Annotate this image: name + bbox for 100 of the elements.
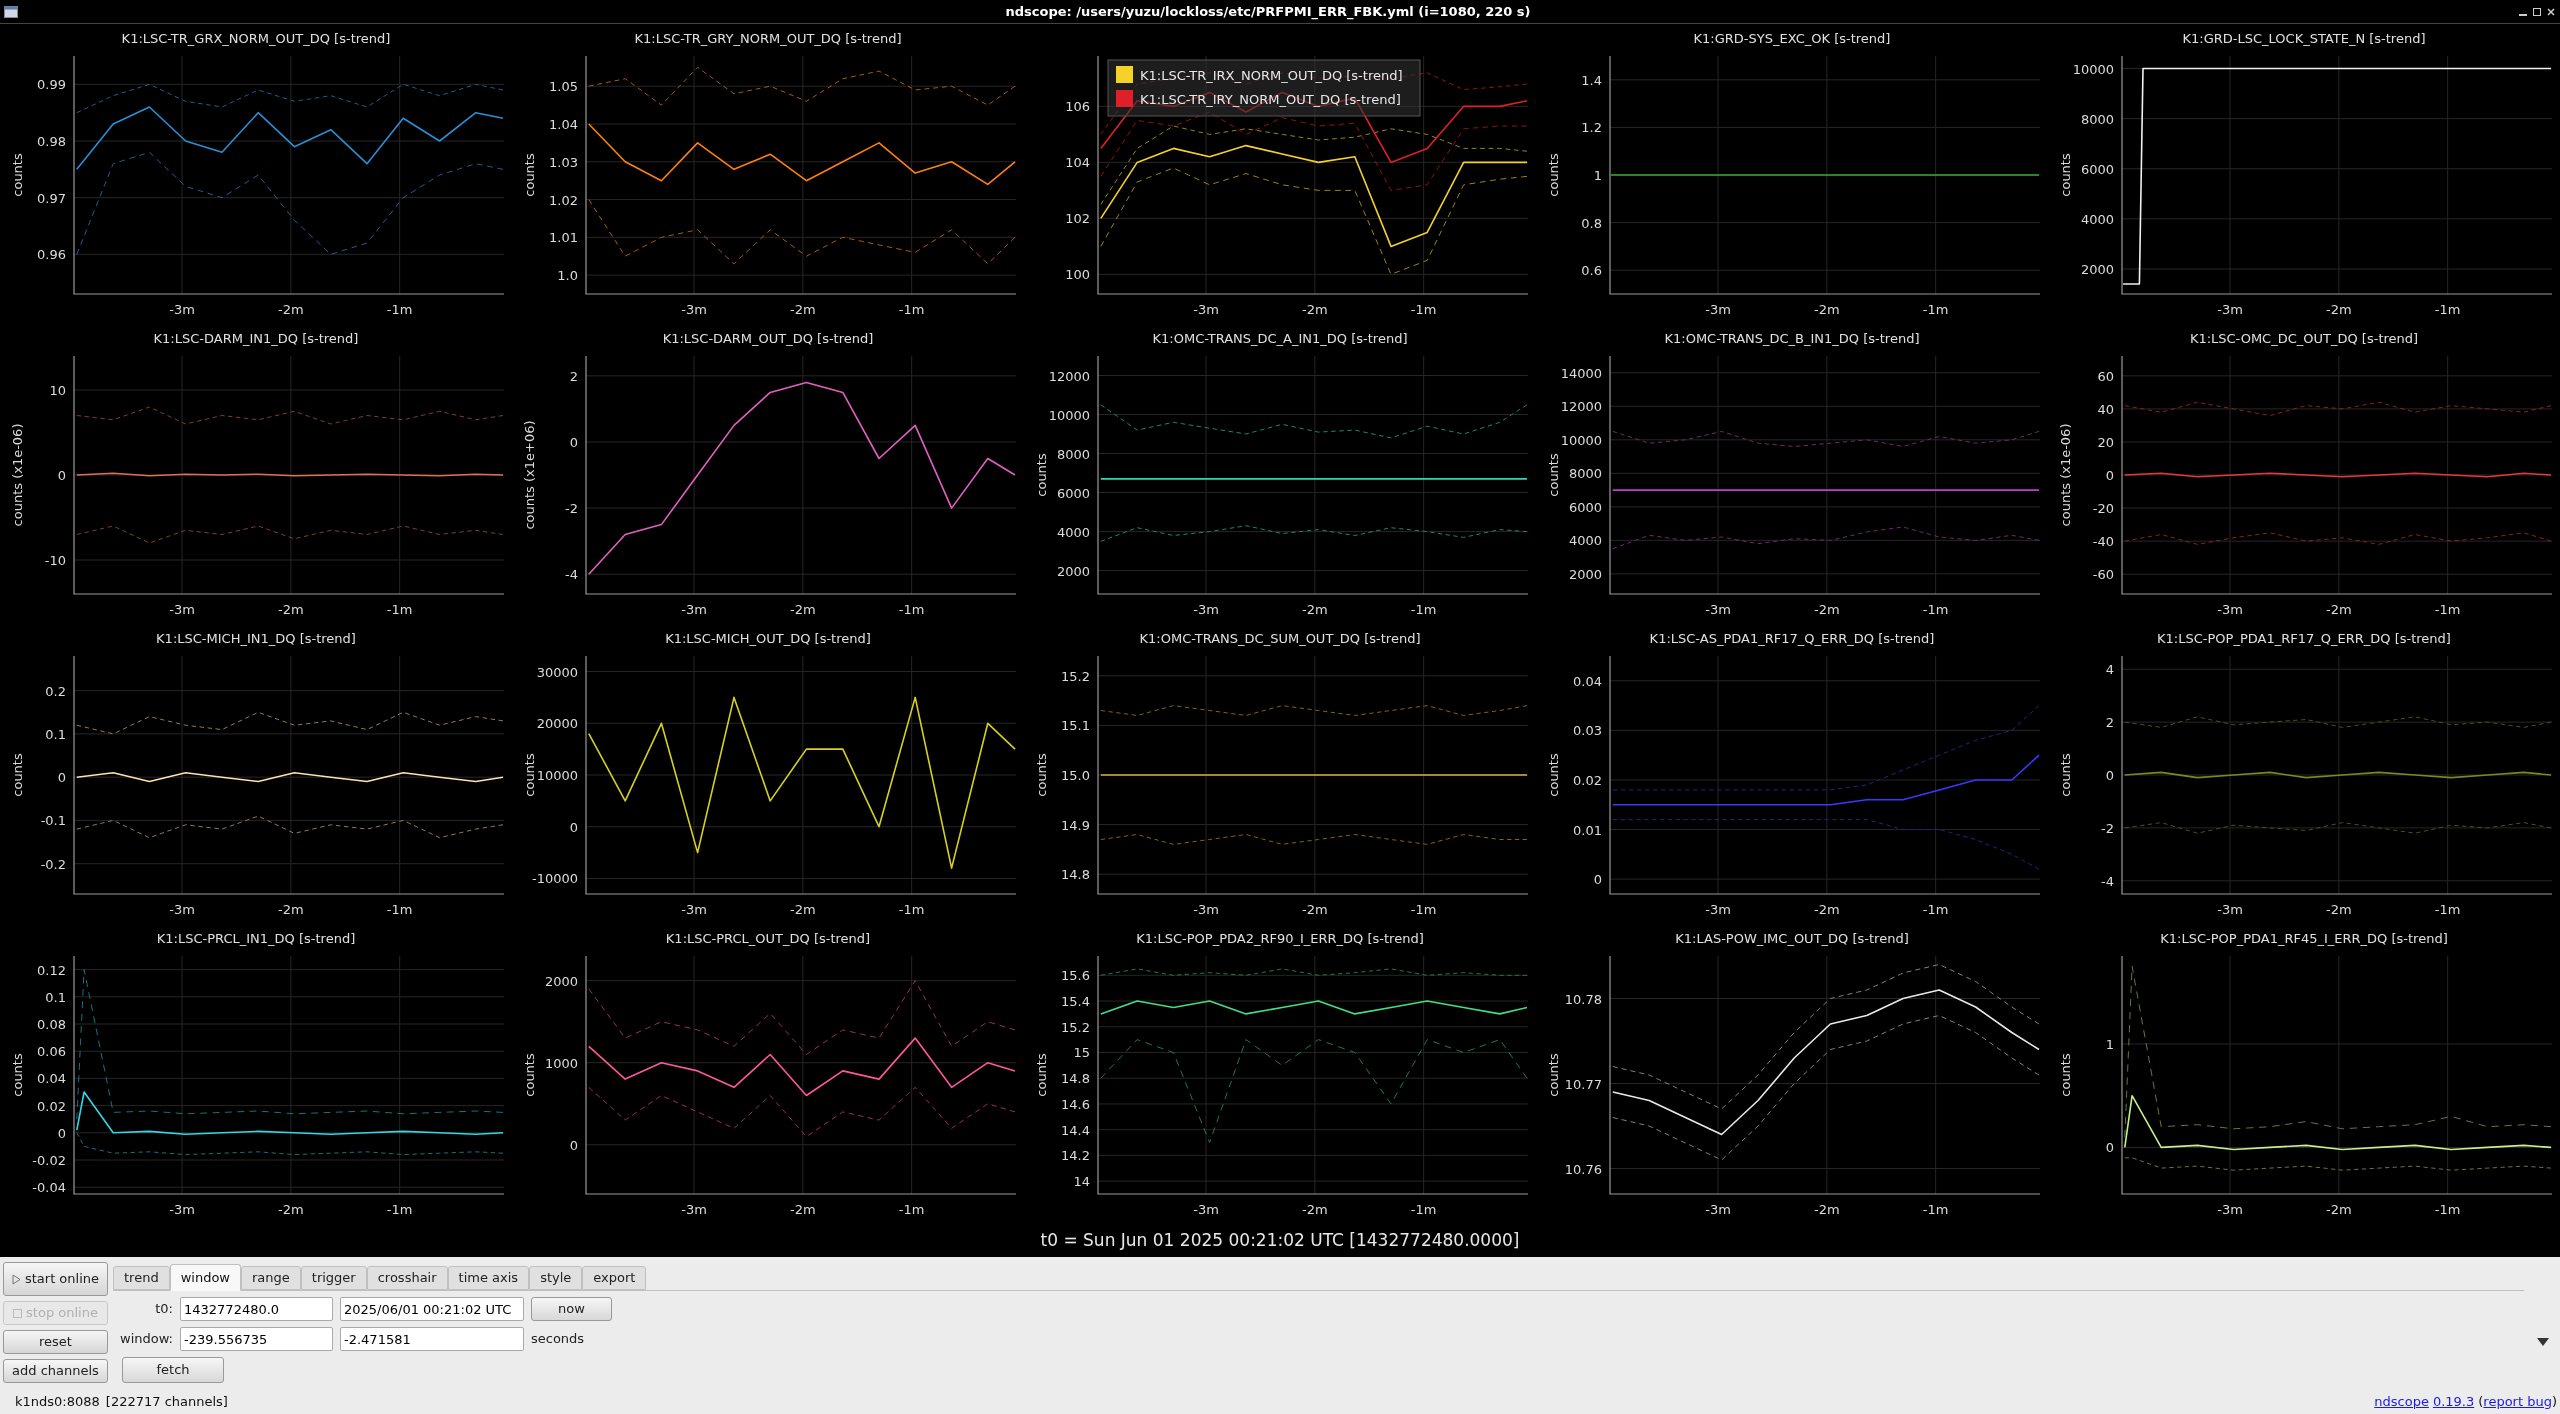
plot-title: K1:LSC-POP_PDA1_RF17_Q_ERR_DQ [s-trend] [2157,629,2451,648]
tick-label: 10.77 [1564,1076,1602,1092]
tick-label: -3m [1193,302,1219,317]
tick-label: -3m [1705,902,1731,917]
tick-label: 0.98 [37,134,66,149]
tab[interactable]: trend [113,1266,170,1290]
tick-label: 15.6 [1061,968,1090,984]
tick-label: 0.04 [37,1071,66,1087]
tick-label: -2m [1302,902,1328,917]
tick-label: 20000 [536,716,578,732]
tick-label: -3m [681,902,707,917]
tick-label: -1m [898,902,925,917]
side-button[interactable]: add channels [3,1359,108,1383]
tick-label: 14.8 [1061,867,1090,883]
tick-label: 15.2 [1061,1019,1090,1035]
report-bug-link[interactable]: report bug [2483,1391,2552,1411]
tick-label: 12000 [1560,399,1602,415]
tick-label: -3m [1193,602,1219,617]
tab[interactable]: time axis [447,1266,530,1290]
tick-label: 0.99 [37,77,66,93]
tick-label: 10000 [1048,407,1090,423]
tick-label: 10.76 [1564,1161,1602,1177]
legend-label: K1:LSC-TR_IRX_NORM_OUT_DQ [s-trend] [1140,68,1403,83]
side-button[interactable]: start online [3,1262,108,1296]
tick-label: -2m [1814,602,1840,617]
plot-title: K1:LSC-MICH_OUT_DQ [s-trend] [665,629,871,648]
tick-label: 0 [2105,768,2114,783]
tab[interactable]: export [582,1266,647,1290]
tick-label: -1m [898,1202,925,1217]
tick-label: 0.01 [1573,822,1602,838]
tick-label: -0.04 [32,1180,66,1196]
tab[interactable]: style [529,1266,583,1290]
tab[interactable]: window [169,1264,241,1291]
tick-label: 1 [2105,1036,2114,1052]
close-icon[interactable] [2546,6,2556,17]
plot-title: K1:OMC-TRANS_DC_A_IN1_DQ [s-trend] [1152,329,1408,348]
tick-label: -1m [386,1202,413,1217]
tick-label: 0.8 [1581,215,1602,231]
tick-label: 8000 [2080,111,2114,127]
plot-title: K1:GRD-LSC_LOCK_STATE_N [s-trend] [2182,29,2426,48]
plot-title: K1:GRD-SYS_EXC_OK [s-trend] [1693,29,1891,48]
tick-label: -1m [2434,602,2461,617]
maximize-icon[interactable] [2532,6,2542,17]
window-start-field[interactable]: -239.556735 [180,1327,333,1351]
tick-label: -3m [169,1202,195,1217]
tick-label: 2000 [1056,563,1090,579]
tick-label: 2 [569,368,578,384]
version-link[interactable]: 0.19.3 [2432,1391,2475,1411]
tick-label: 14.9 [1061,817,1090,833]
tick-label: -2m [1302,302,1328,317]
plot-title: K1:LSC-OMC_DC_OUT_DQ [s-trend] [2189,329,2419,348]
fetch-button[interactable]: fetch [122,1357,224,1383]
tab[interactable]: crosshair [366,1266,448,1290]
tick-label: -3m [1193,902,1219,917]
tick-label: -1m [1410,302,1437,317]
tick-label: 0 [2105,1140,2114,1156]
tick-label: -10 [44,553,66,568]
tick-label: 102 [1065,211,1090,227]
tick-label: -2m [1814,1202,1840,1217]
axis-label: counts [2058,753,2073,797]
axis-label: counts (x1e+06) [522,420,537,530]
side-button[interactable]: reset [3,1330,108,1354]
tick-label: -4 [2101,873,2114,889]
tab[interactable]: trigger [300,1266,367,1290]
tick-label: 0 [57,1125,66,1141]
tick-label: 15.1 [1061,718,1090,734]
tick-label: 1.04 [549,117,578,132]
t0-field[interactable]: 1432772480.0 [180,1297,333,1321]
tick-label: 0.08 [37,1017,66,1032]
axis-label: counts [2058,153,2073,197]
tick-label: 0.03 [1573,723,1602,739]
tick-label: -60 [2092,567,2114,583]
tick-label: 1000 [544,1055,578,1071]
window-end-field[interactable]: -2.471581 [340,1327,524,1351]
axis-label: counts [2058,1053,2073,1097]
axis-label: counts [522,1053,537,1097]
app-icon[interactable] [4,5,18,18]
tick-label: -2m [1302,1202,1328,1217]
caret-icon[interactable] [2537,1338,2549,1346]
app-link[interactable]: ndscope [2374,1391,2429,1411]
tick-label: 15 [1073,1045,1090,1061]
tick-label: 14.6 [1061,1096,1090,1112]
tick-label: 40 [2097,401,2114,417]
channel-count: [222717 channels] [105,1392,228,1411]
tab[interactable]: range [241,1266,301,1290]
now-button[interactable]: now [531,1297,612,1321]
tick-label: -2m [2326,602,2352,617]
plot-title: K1:LSC-DARM_OUT_DQ [s-trend] [662,329,874,348]
tick-label: 20 [2097,434,2114,450]
tick-label: 1 [1593,168,1602,183]
axis-label: counts (x1e-06) [10,423,25,527]
tick-label: -1m [898,602,925,617]
tick-label: -4 [565,567,578,583]
plot-title: K1:OMC-TRANS_DC_SUM_OUT_DQ [s-trend] [1139,629,1421,648]
tick-label: 6000 [2080,161,2114,177]
tick-label: 2000 [1568,566,1602,582]
utc-field[interactable]: 2025/06/01 00:21:02 UTC [340,1297,524,1321]
tick-label: 10.78 [1564,991,1602,1007]
tick-label: -2m [2326,1202,2352,1217]
tick-label: -10000 [531,871,578,887]
